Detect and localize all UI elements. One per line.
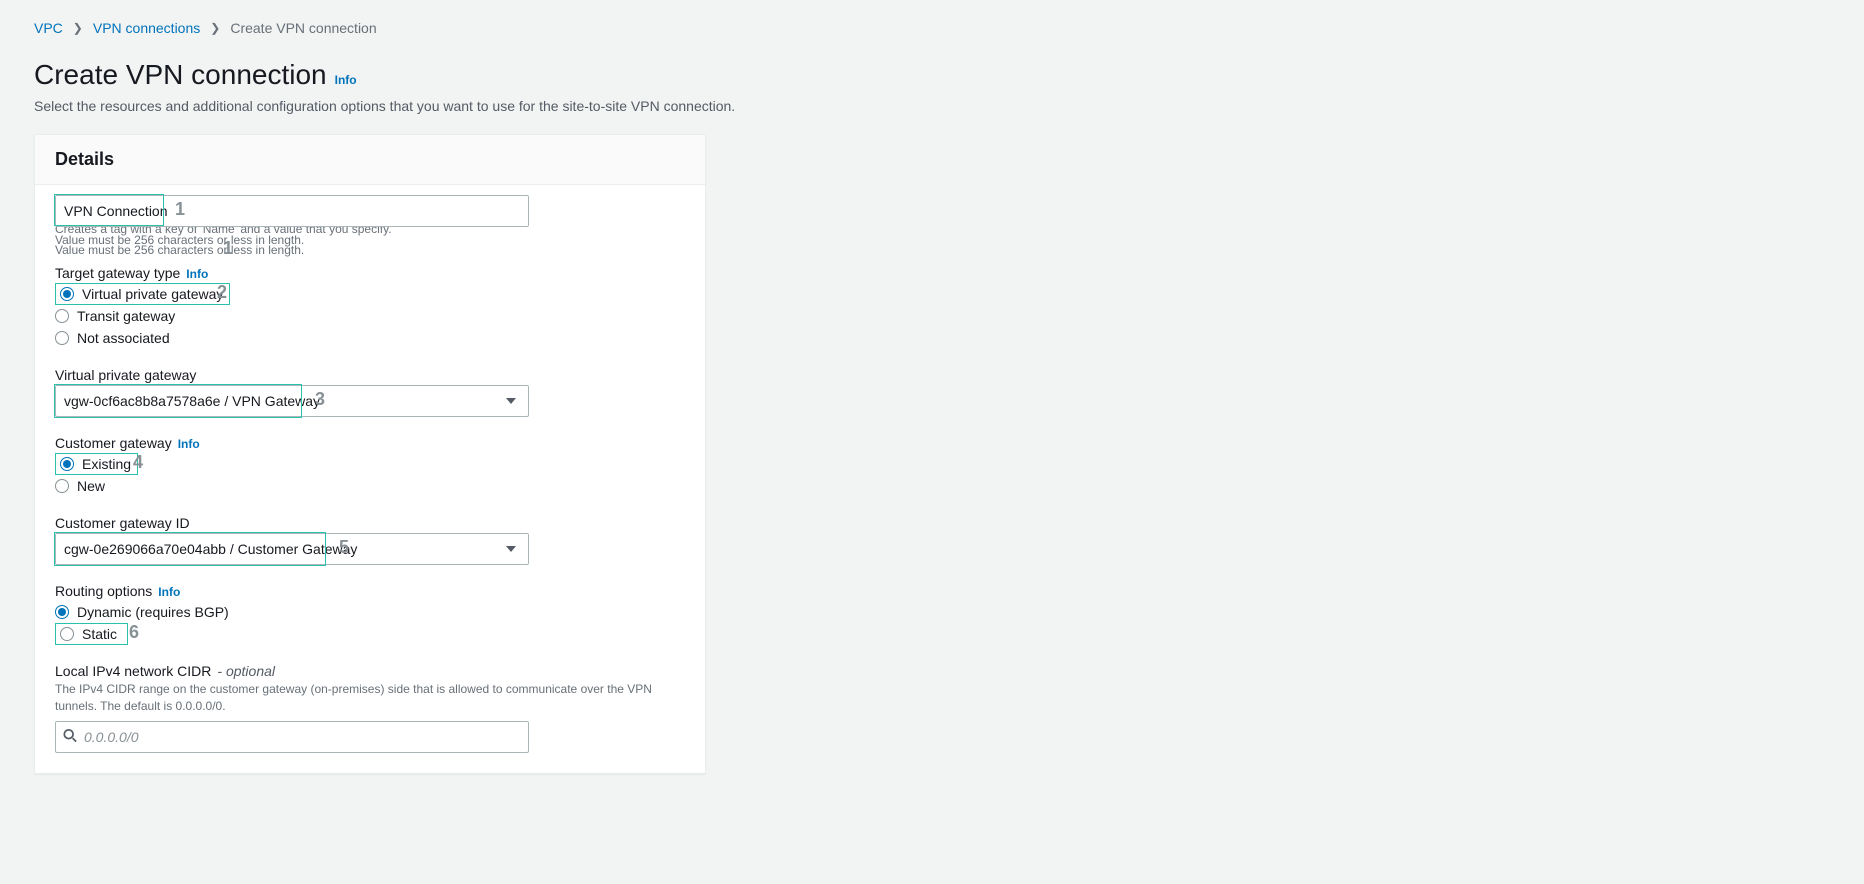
annotation-5: 5 <box>339 537 349 558</box>
field-routing-options: Routing options Info Dynamic (requires B… <box>55 583 685 645</box>
cust-gw-label: Customer gateway <box>55 435 172 451</box>
target-gw-label: Target gateway type <box>55 265 180 281</box>
radio-label-tgw: Transit gateway <box>77 308 175 324</box>
info-link-cust-gw[interactable]: Info <box>178 437 200 451</box>
cust-gw-id-label: Customer gateway ID <box>55 515 190 531</box>
radio-icon <box>55 605 69 619</box>
chevron-right-icon: ❯ <box>73 21 83 35</box>
radio-label-static: Static <box>82 626 117 642</box>
page-description: Select the resources and additional conf… <box>34 98 1830 114</box>
cust-gw-id-select[interactable]: cgw-0e269066a70e04abb / Customer Gateway <box>55 533 529 565</box>
panel-title: Details <box>55 149 685 170</box>
page-title: Create VPN connection <box>34 58 327 92</box>
radio-dynamic[interactable]: Dynamic (requires BGP) <box>55 601 685 623</box>
annotation-3: 3 <box>315 389 325 410</box>
local-cidr-optional: - optional <box>217 663 275 679</box>
vpg-select[interactable]: vgw-0cf6ac8b8a7578a6e / VPN Gateway <box>55 385 529 417</box>
annotation-2: 2 <box>217 282 227 303</box>
name-tag-input[interactable] <box>55 195 529 227</box>
local-cidr-desc: The IPv4 CIDR range on the customer gate… <box>55 681 685 715</box>
caret-down-icon <box>506 546 516 552</box>
radio-label-dynamic: Dynamic (requires BGP) <box>77 604 229 620</box>
breadcrumb: VPC ❯ VPN connections ❯ Create VPN conne… <box>34 20 1830 36</box>
annotation-4: 4 <box>133 452 143 473</box>
radio-icon <box>55 309 69 323</box>
radio-new[interactable]: New <box>55 475 685 497</box>
name-tag-hint: Value must be 256 characters or less in … <box>55 233 685 247</box>
radio-icon <box>60 627 74 641</box>
info-link-routing[interactable]: Info <box>158 585 180 599</box>
info-link-page[interactable]: Info <box>335 73 357 87</box>
details-panel: Details Name tag - optional Creates a ta… <box>34 134 706 774</box>
radio-icon <box>60 287 74 301</box>
field-cust-gw-id: Customer gateway ID cgw-0e269066a70e04ab… <box>55 515 685 565</box>
vpg-label: Virtual private gateway <box>55 367 196 383</box>
radio-existing[interactable]: Existing <box>55 453 138 475</box>
radio-static[interactable]: Static <box>55 623 128 645</box>
chevron-right-icon: ❯ <box>210 21 220 35</box>
field-vpg-select: Virtual private gateway vgw-0cf6ac8b8a75… <box>55 367 685 417</box>
radio-label-vpg: Virtual private gateway <box>82 286 223 302</box>
breadcrumb-vpc[interactable]: VPC <box>34 20 63 36</box>
breadcrumb-vpn-connections[interactable]: VPN connections <box>93 20 200 36</box>
radio-icon <box>55 479 69 493</box>
vpg-selected-value: vgw-0cf6ac8b8a7578a6e / VPN Gateway <box>64 393 320 409</box>
caret-down-icon <box>506 398 516 404</box>
local-cidr-label: Local IPv4 network CIDR <box>55 663 211 679</box>
radio-virtual-private-gateway[interactable]: Virtual private gateway <box>55 283 230 305</box>
local-cidr-input[interactable] <box>55 721 529 753</box>
field-target-gateway-type: Target gateway type Info Virtual private… <box>55 265 685 349</box>
annotation-1: 1 <box>175 199 185 220</box>
radio-label-na: Not associated <box>77 330 170 346</box>
radio-label-existing: Existing <box>82 456 131 472</box>
radio-icon <box>60 457 74 471</box>
field-local-cidr: Local IPv4 network CIDR - optional The I… <box>55 663 685 753</box>
field-customer-gateway: Customer gateway Info Existing 4 New <box>55 435 685 497</box>
panel-header: Details <box>35 135 705 185</box>
info-link-target-gw[interactable]: Info <box>186 267 208 281</box>
cust-gw-id-selected-value: cgw-0e269066a70e04abb / Customer Gateway <box>64 541 357 557</box>
radio-not-associated[interactable]: Not associated <box>55 327 685 349</box>
routing-label: Routing options <box>55 583 152 599</box>
breadcrumb-current: Create VPN connection <box>230 20 376 36</box>
field-name-tag-real: 1 Value must be 256 characters or less i… <box>55 195 685 247</box>
radio-label-new: New <box>77 478 105 494</box>
radio-transit-gateway[interactable]: Transit gateway <box>55 305 685 327</box>
annotation-6: 6 <box>129 622 139 643</box>
radio-icon <box>55 331 69 345</box>
